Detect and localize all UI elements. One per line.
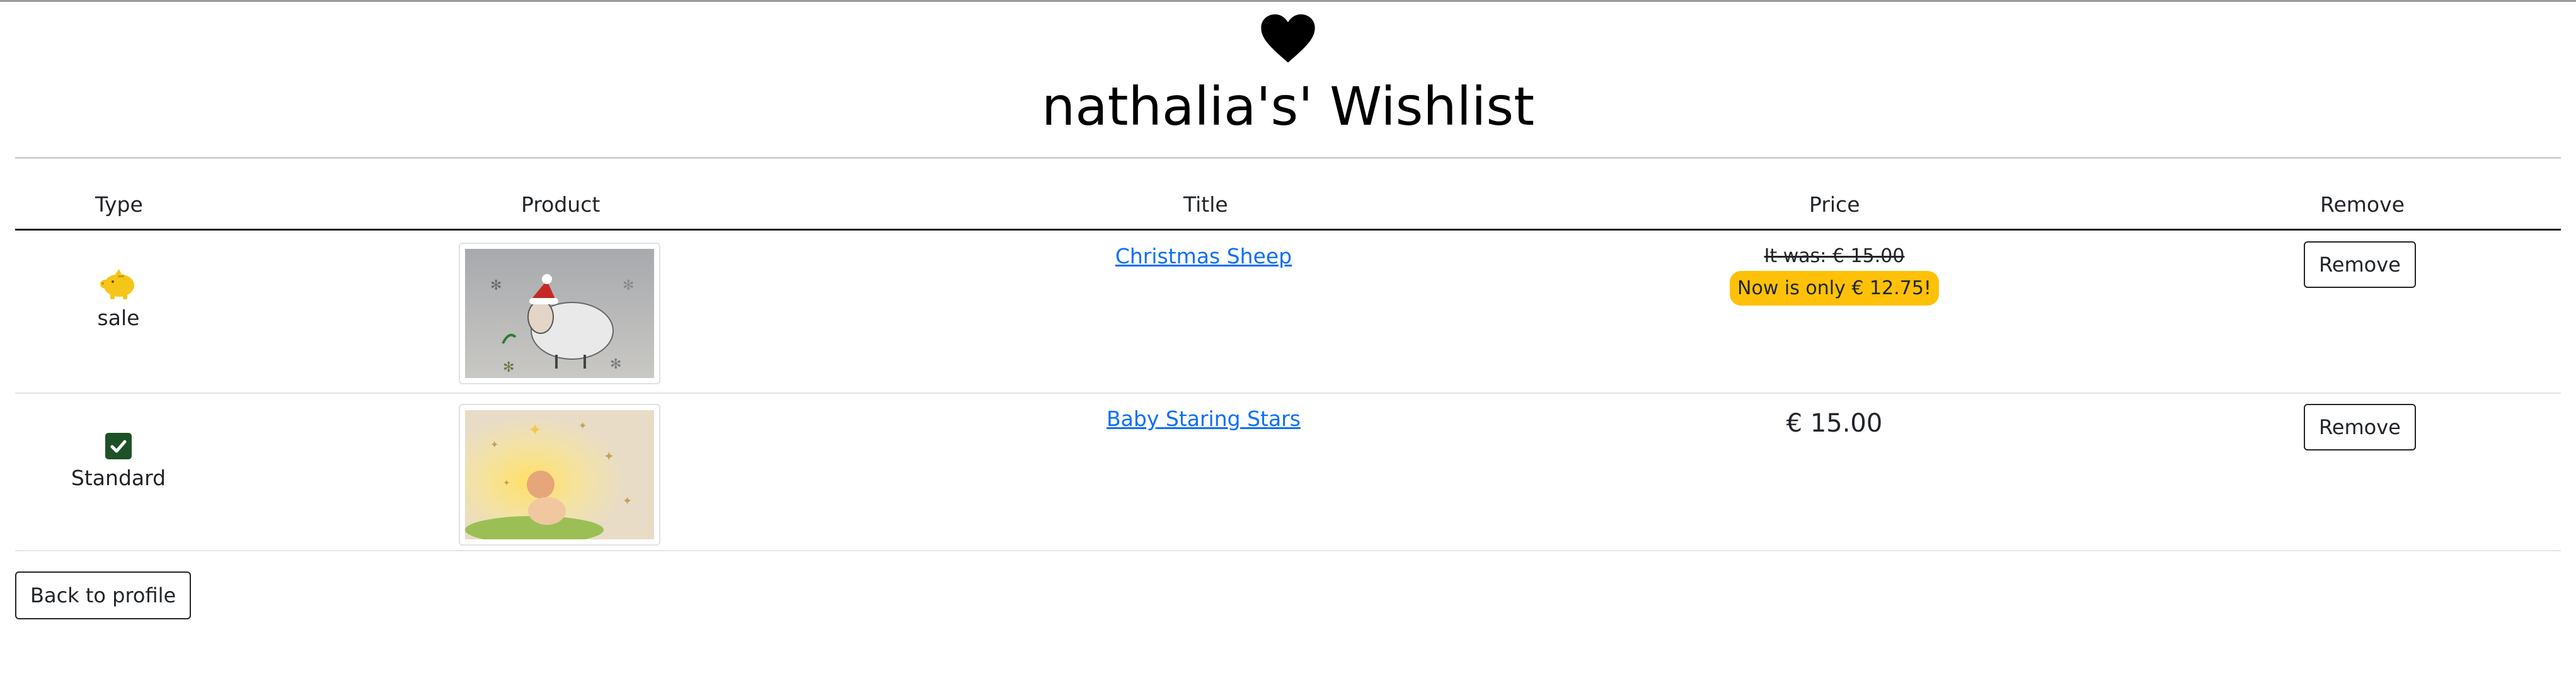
header-divider xyxy=(15,157,2561,159)
title-cell: Christmas Sheep xyxy=(1046,244,1361,268)
remove-button[interactable]: Remove xyxy=(2304,241,2416,288)
svg-text:✻: ✻ xyxy=(503,360,514,376)
remove-button[interactable]: Remove xyxy=(2304,404,2416,450)
type-label: Standard xyxy=(71,466,166,490)
back-to-profile-button[interactable]: Back to profile xyxy=(15,571,192,619)
heart-icon xyxy=(1260,13,1316,64)
svg-text:✦: ✦ xyxy=(604,449,614,464)
type-cell: sale xyxy=(55,267,181,330)
price-cell: It was: € 15.00 Now is only € 12.75! xyxy=(1727,245,1941,306)
price-standard: € 15.00 xyxy=(1786,409,1883,438)
title-cell: Baby Staring Stars xyxy=(1046,406,1361,431)
table-row: sale ✻ ✻ ✻ ✻ Christmas Sheep It was: € 1… xyxy=(15,231,2561,394)
christmas-sheep-image: ✻ ✻ ✻ ✻ xyxy=(465,249,654,378)
svg-text:✻: ✻ xyxy=(490,278,502,294)
product-title-link[interactable]: Baby Staring Stars xyxy=(1046,406,1361,431)
product-image[interactable]: ✻ ✻ ✻ ✻ xyxy=(459,243,660,384)
product-title-link[interactable]: Christmas Sheep xyxy=(1046,244,1361,268)
header-remove: Remove xyxy=(2320,192,2405,217)
page-title: nathalia's' Wishlist xyxy=(1041,76,1535,137)
svg-text:✻: ✻ xyxy=(610,357,621,372)
svg-text:✦: ✦ xyxy=(623,495,632,508)
svg-text:✦: ✦ xyxy=(490,439,498,450)
wishlist-page: nathalia's' Wishlist Type Product Title … xyxy=(0,0,2576,700)
product-image[interactable]: ✦ ✦ ✦ ✦ ✦ ✦ xyxy=(459,404,660,546)
remove-cell: Remove xyxy=(2304,404,2416,450)
baby-staring-stars-image: ✦ ✦ ✦ ✦ ✦ ✦ xyxy=(465,410,654,539)
piggy-bank-icon xyxy=(55,267,181,302)
check-square-icon xyxy=(105,433,132,459)
header-title: Title xyxy=(1183,192,1228,217)
price-was: It was: € 15.00 xyxy=(1764,245,1905,267)
table-row: Standard ✦ ✦ ✦ ✦ ✦ ✦ Baby Staring Stars … xyxy=(15,394,2561,551)
svg-text:✦: ✦ xyxy=(578,420,587,432)
header-product: Product xyxy=(521,192,601,217)
svg-text:✦: ✦ xyxy=(528,421,542,440)
wishlist-header: nathalia's' Wishlist xyxy=(0,2,2576,133)
remove-cell: Remove xyxy=(2304,241,2416,288)
header-price: Price xyxy=(1809,192,1860,217)
table-header-row: Type Product Title Price Remove xyxy=(15,185,2561,231)
svg-text:✦: ✦ xyxy=(503,478,510,488)
svg-text:✻: ✻ xyxy=(623,278,634,294)
type-label: sale xyxy=(97,306,140,330)
header-type: Type xyxy=(95,192,143,217)
type-cell: Standard xyxy=(55,433,181,490)
sale-price-badge: Now is only € 12.75! xyxy=(1730,271,1939,306)
